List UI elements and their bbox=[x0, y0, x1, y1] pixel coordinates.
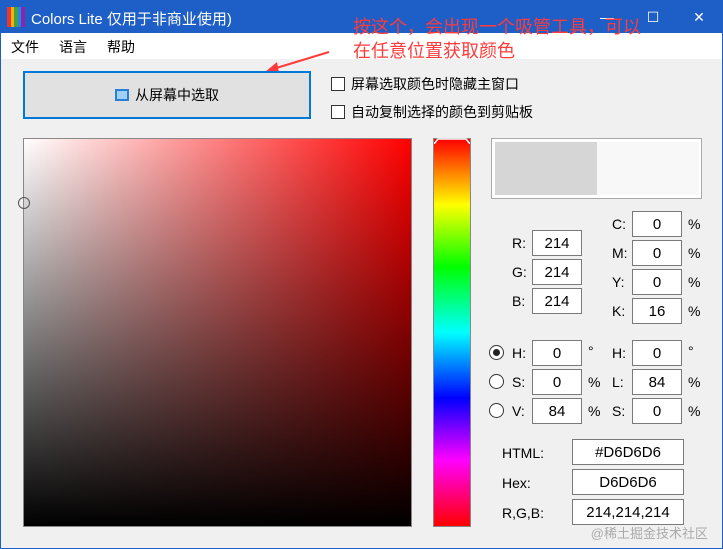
hsl-h-unit: ° bbox=[688, 343, 694, 359]
hsv-s-label: S: bbox=[512, 374, 526, 390]
y-input[interactable]: 0 bbox=[632, 269, 682, 295]
m-label: M: bbox=[612, 245, 628, 261]
hsv-s-input[interactable]: 0 bbox=[532, 369, 582, 395]
hsl-l-input[interactable]: 84 bbox=[632, 369, 682, 395]
y-label: Y: bbox=[612, 274, 625, 290]
hsv-h-radio[interactable] bbox=[489, 345, 504, 360]
color-preview bbox=[491, 138, 702, 199]
hsv-h-input[interactable]: 0 bbox=[532, 340, 582, 366]
r-input[interactable]: 214 bbox=[532, 230, 582, 256]
k-input[interactable]: 16 bbox=[632, 298, 682, 324]
window-title: Colors Lite 仅用于非商业使用) bbox=[31, 11, 232, 28]
html-input[interactable]: #D6D6D6 bbox=[572, 439, 684, 465]
saturation-value-picker[interactable] bbox=[18, 138, 412, 527]
app-window: Colors Lite 仅用于非商业使用) — ☐ ✕ 文件 语言 帮助 按这个… bbox=[0, 0, 723, 549]
hsl-l-unit: % bbox=[688, 374, 701, 390]
hsv-h-label: H: bbox=[512, 345, 526, 361]
k-unit: % bbox=[688, 303, 701, 319]
hue-slider[interactable] bbox=[433, 138, 471, 527]
hsl-h-label: H: bbox=[612, 345, 626, 361]
c-unit: % bbox=[688, 216, 701, 232]
pick-from-screen-button[interactable]: 从屏幕中选取 bbox=[23, 71, 311, 119]
picker-cursor[interactable] bbox=[18, 197, 30, 209]
hsv-v-radio[interactable] bbox=[489, 403, 504, 418]
monitor-icon bbox=[115, 89, 129, 101]
k-label: K: bbox=[612, 303, 626, 319]
c-label: C: bbox=[612, 216, 626, 232]
hsl-h-input[interactable]: 0 bbox=[632, 340, 682, 366]
hsv-v-input[interactable]: 84 bbox=[532, 398, 582, 424]
b-input[interactable]: 214 bbox=[532, 288, 582, 314]
close-button[interactable]: ✕ bbox=[676, 1, 722, 33]
hex-label: Hex: bbox=[502, 475, 531, 491]
checkbox-box[interactable] bbox=[331, 105, 345, 119]
hide-window-checkbox[interactable]: 屏幕选取颜色时隐藏主窗口 bbox=[331, 74, 519, 94]
annotation-text: 按这个，会出现一个吸管工具，可以在任意位置获取颜色 bbox=[353, 17, 641, 61]
hsv-s-unit: % bbox=[588, 374, 601, 390]
pick-from-screen-label: 从屏幕中选取 bbox=[135, 87, 219, 103]
menu-language[interactable]: 语言 bbox=[59, 37, 87, 57]
hsl-s-input[interactable]: 0 bbox=[632, 398, 682, 424]
hsv-v-label: V: bbox=[512, 403, 525, 419]
hsl-s-label: S: bbox=[612, 403, 626, 419]
hsv-v-unit: % bbox=[588, 403, 601, 419]
hsl-s-unit: % bbox=[688, 403, 701, 419]
watermark: @稀土掘金技术社区 bbox=[590, 526, 708, 541]
hsv-h-unit: ° bbox=[588, 343, 594, 359]
html-label: HTML: bbox=[502, 445, 544, 461]
hide-window-label: 屏幕选取颜色时隐藏主窗口 bbox=[351, 76, 519, 92]
menu-help[interactable]: 帮助 bbox=[107, 37, 135, 57]
hex-input[interactable]: D6D6D6 bbox=[572, 469, 684, 495]
r-label: R: bbox=[512, 235, 526, 251]
rgb-code-label: R,G,B: bbox=[502, 505, 545, 521]
menu-file[interactable]: 文件 bbox=[11, 37, 39, 57]
rgb-code-input[interactable]: 214,214,214 bbox=[572, 499, 684, 525]
hsl-l-label: L: bbox=[612, 374, 624, 390]
hue-slider-handle[interactable] bbox=[434, 138, 470, 144]
current-color-swatch bbox=[495, 142, 597, 195]
g-input[interactable]: 214 bbox=[532, 259, 582, 285]
c-input[interactable]: 0 bbox=[632, 211, 682, 237]
checkbox-box[interactable] bbox=[331, 77, 345, 91]
y-unit: % bbox=[688, 274, 701, 290]
auto-copy-checkbox[interactable]: 自动复制选择的颜色到剪贴板 bbox=[331, 102, 533, 122]
m-input[interactable]: 0 bbox=[632, 240, 682, 266]
b-label: B: bbox=[512, 293, 526, 309]
hsv-s-radio[interactable] bbox=[489, 374, 504, 389]
m-unit: % bbox=[688, 245, 701, 261]
app-icon bbox=[7, 7, 25, 27]
g-label: G: bbox=[512, 264, 527, 280]
auto-copy-label: 自动复制选择的颜色到剪贴板 bbox=[351, 104, 533, 120]
new-color-swatch bbox=[597, 142, 699, 195]
